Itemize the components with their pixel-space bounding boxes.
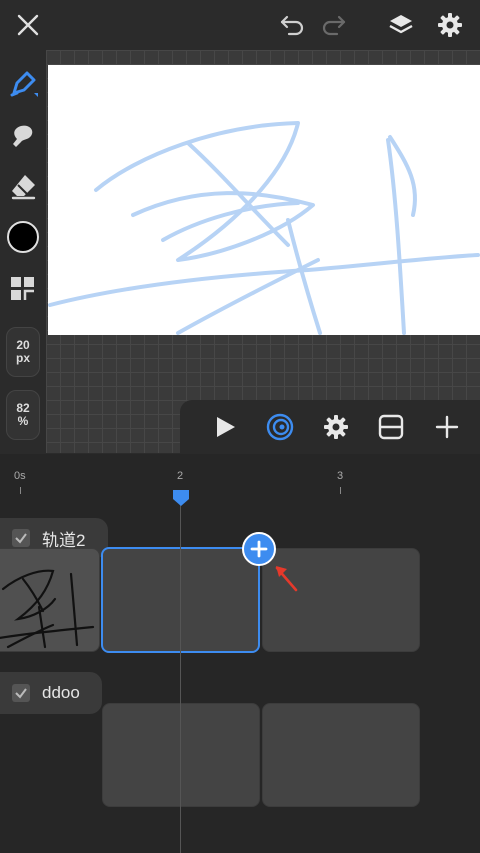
track-name: 轨道2 [42, 530, 86, 550]
eraser-icon[interactable] [5, 168, 41, 204]
frame-thumbnail[interactable] [0, 548, 100, 652]
brush-size-control[interactable]: 20 px [6, 327, 40, 377]
settings-icon[interactable] [434, 9, 466, 41]
pen-icon[interactable] [5, 66, 41, 102]
undo-icon[interactable] [276, 9, 308, 41]
opacity-unit: % [17, 414, 29, 428]
time-mark-2: 2 [177, 470, 184, 482]
close-icon[interactable] [12, 9, 44, 41]
time-mark-0: 0s [14, 470, 26, 482]
opacity-control[interactable]: 82 % [6, 390, 40, 440]
timeline-ruler[interactable]: 0s 2 3 [0, 454, 480, 516]
tool-sidebar: 20 px 82 % [0, 50, 46, 453]
drawing-canvas[interactable] [48, 65, 480, 335]
onion-skin-icon[interactable] [264, 411, 296, 443]
frame[interactable] [262, 703, 420, 807]
annotation-arrow-icon [272, 562, 300, 599]
play-icon[interactable] [209, 411, 241, 443]
frame[interactable] [102, 703, 260, 807]
track-visibility-checkbox[interactable] [12, 684, 30, 702]
playhead-handle[interactable] [171, 488, 191, 513]
track-name: ddoo [42, 683, 80, 702]
color-swatch[interactable] [5, 219, 41, 255]
tick [20, 487, 21, 494]
track-list: 轨道2 ddoo [0, 516, 480, 853]
canvas-strokes [48, 121, 480, 335]
grid-tool-icon[interactable] [5, 271, 41, 307]
brush-size-unit: px [15, 351, 30, 365]
playhead-line [180, 497, 181, 853]
track-visibility-checkbox[interactable] [12, 529, 30, 547]
top-toolbar [0, 0, 480, 50]
add-icon[interactable] [431, 411, 463, 443]
smudge-icon[interactable] [5, 118, 41, 154]
split-icon[interactable] [375, 411, 407, 443]
redo-icon[interactable] [318, 9, 350, 41]
playback-panel [180, 400, 480, 454]
playback-settings-icon[interactable] [320, 411, 352, 443]
track-header[interactable]: ddoo [0, 672, 102, 714]
frame-preview [0, 569, 95, 649]
add-frame-button[interactable] [242, 532, 276, 566]
tick [340, 487, 341, 494]
layers-icon[interactable] [385, 9, 417, 41]
time-mark-3: 3 [337, 470, 344, 482]
